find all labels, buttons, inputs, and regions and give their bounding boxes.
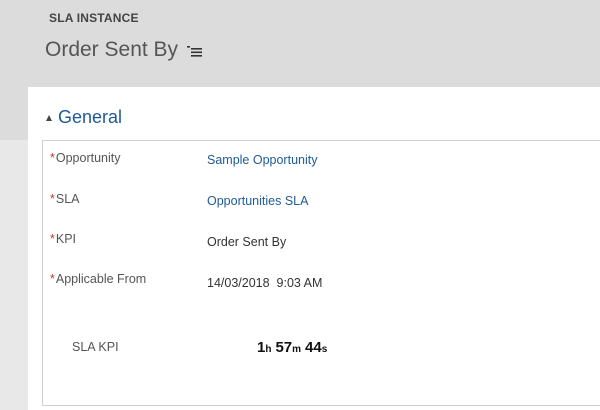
timer-minutes-unit: m	[292, 344, 302, 355]
applicable-from-label: *Applicable From	[50, 272, 147, 286]
kpi-label: *KPI	[50, 232, 77, 246]
sla-kpi-label: SLA KPI	[72, 340, 119, 354]
collapse-triangle-icon[interactable]	[46, 115, 52, 121]
required-marker: *	[50, 151, 55, 165]
timer-seconds: 44	[305, 339, 322, 356]
record-title: Order Sent By	[45, 38, 179, 61]
applicable-from-time: 9:03 AM	[276, 276, 323, 290]
required-marker: *	[50, 272, 55, 286]
sla-kpi-timer: 1h 57m 44s	[257, 339, 327, 356]
sla-value-link[interactable]: Opportunities SLA	[207, 194, 308, 208]
timer-seconds-unit: s	[321, 344, 328, 355]
opportunity-value-link[interactable]: Sample Opportunity	[207, 153, 317, 167]
sla-label: *SLA	[50, 192, 80, 206]
list-menu-icon[interactable]	[187, 44, 205, 58]
required-marker: *	[50, 232, 55, 246]
kpi-value[interactable]: Order Sent By	[207, 235, 286, 249]
general-section-header[interactable]: General	[46, 106, 122, 128]
entity-type-label: SLA INSTANCE	[49, 11, 139, 25]
opportunity-label: *Opportunity	[50, 151, 121, 165]
required-marker: *	[50, 192, 55, 206]
applicable-from-value[interactable]: 14/03/2018 9:03 AM	[207, 276, 322, 290]
section-title: General	[58, 106, 123, 127]
timer-hours-unit: h	[265, 344, 272, 355]
timer-minutes: 57	[275, 339, 293, 356]
applicable-from-date: 14/03/2018	[207, 276, 270, 290]
